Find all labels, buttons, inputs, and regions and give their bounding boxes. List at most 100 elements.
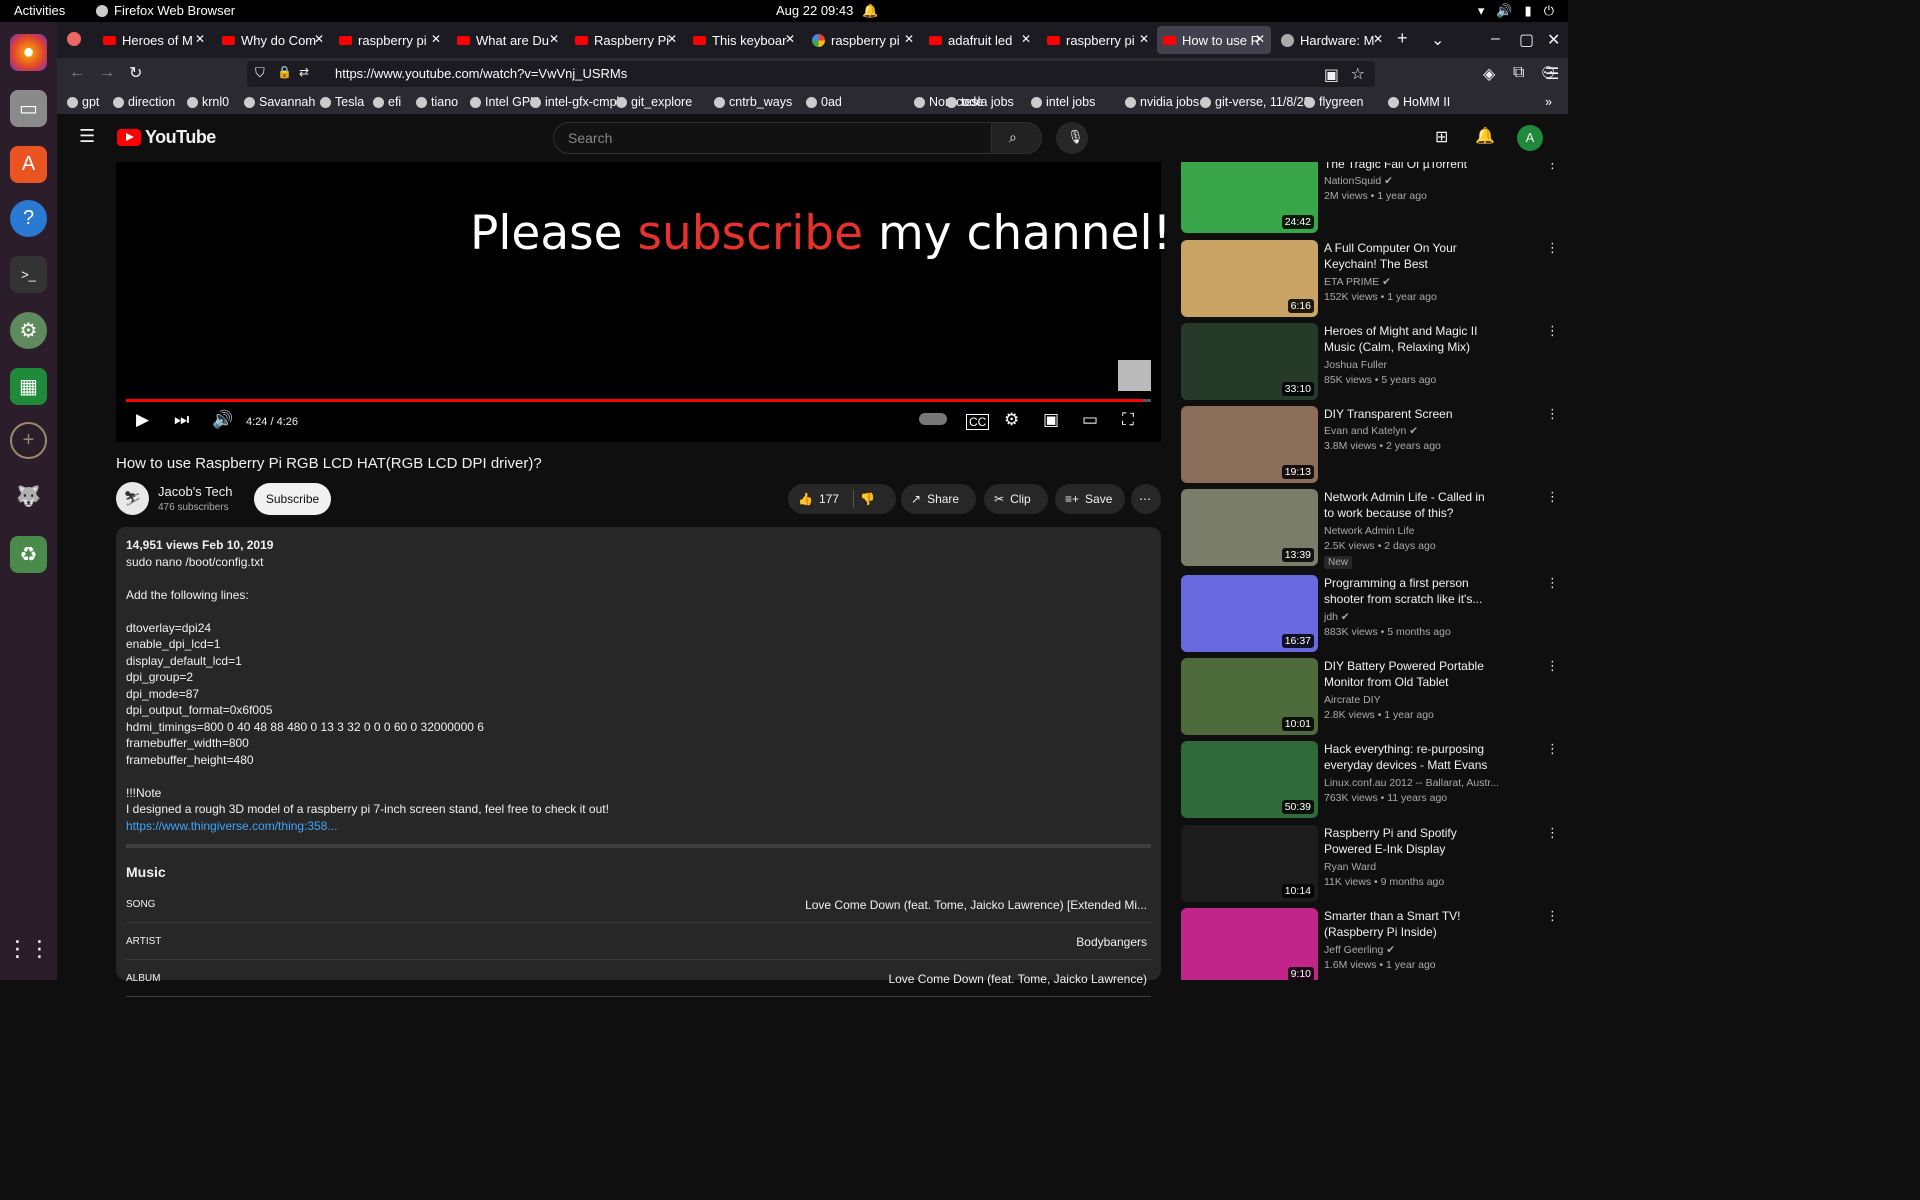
thingiverse-link[interactable]: https://www.thingiverse.com/thing:358...: [126, 819, 337, 833]
like-button[interactable]: 👍 177 👎: [788, 484, 896, 514]
tab-2[interactable]: Why do Com ✕: [216, 26, 330, 54]
close-tab-icon[interactable]: ✕: [1021, 32, 1031, 46]
settings-icon[interactable]: ⚙: [1004, 410, 1019, 430]
bookmark-12[interactable]: 0ad: [806, 95, 842, 109]
close-tab-icon[interactable]: ✕: [1255, 32, 1265, 46]
hamburger-icon[interactable]: ☰: [79, 126, 95, 147]
fullscreen-icon[interactable]: ⛶: [1122, 410, 1134, 430]
pocket-icon[interactable]: ◈: [1483, 64, 1495, 84]
search-button[interactable]: ⌕: [991, 122, 1042, 154]
related-channel[interactable]: Aircrate DIY: [1324, 694, 1381, 706]
bookmark-5[interactable]: Tesla: [320, 95, 364, 109]
permissions-icon[interactable]: ⇄: [299, 65, 309, 79]
avatar[interactable]: A: [1517, 125, 1543, 151]
gimp-icon[interactable]: 🐺: [10, 478, 47, 515]
menu-icon[interactable]: ☰: [1545, 64, 1559, 84]
bookmarks-overflow-icon[interactable]: »: [1545, 95, 1552, 109]
more-options-icon[interactable]: ⋮: [1546, 908, 1559, 924]
bookmark-11[interactable]: cntrb_ways: [714, 95, 792, 109]
tab-6[interactable]: This keyboar ✕: [687, 26, 801, 54]
related-channel[interactable]: Ryan Ward: [1324, 861, 1376, 873]
related-channel[interactable]: NationSquid ✔: [1324, 175, 1393, 187]
related-channel[interactable]: Evan and Katelyn ✔: [1324, 425, 1418, 437]
related-title[interactable]: Programming a first person shooter from …: [1324, 575, 1494, 607]
channel-watermark[interactable]: [1118, 360, 1151, 391]
url-bar[interactable]: ⛉ 🔒 ⇄ https://www.youtube.com/watch?v=Vw…: [247, 61, 1375, 87]
close-window-icon[interactable]: ✕: [1547, 30, 1560, 50]
terminal-icon[interactable]: >_: [10, 256, 47, 293]
video-thumbnail[interactable]: 19:13: [1181, 406, 1318, 483]
create-icon[interactable]: ⊞: [1435, 127, 1448, 147]
close-tab-icon[interactable]: ✕: [1373, 32, 1383, 46]
related-title[interactable]: Raspberry Pi and Spotify Powered E-Ink D…: [1324, 825, 1494, 858]
related-title[interactable]: A Full Computer On Your Keychain! The Be…: [1324, 240, 1494, 273]
progress-bar[interactable]: [126, 399, 1151, 402]
more-options-icon[interactable]: ⋮: [1546, 489, 1559, 505]
more-options-icon[interactable]: ⋮: [1546, 658, 1559, 674]
more-options-icon[interactable]: ⋮: [1546, 741, 1559, 757]
related-channel[interactable]: Joshua Fuller: [1324, 359, 1387, 371]
related-video-card[interactable]: 19:13 DIY Transparent Screen Evan and Kate…: [1181, 406, 1561, 486]
thumbs-down-icon[interactable]: 👎: [860, 492, 875, 506]
related-video-card[interactable]: 10:14 Raspberry Pi and Spotify Powered E-…: [1181, 825, 1561, 905]
firefox-icon[interactable]: ●: [10, 34, 47, 71]
bookmark-1[interactable]: gpt: [67, 95, 99, 109]
bookmark-3[interactable]: krnl0: [187, 95, 229, 109]
related-channel[interactable]: ETA PRIME ✔: [1324, 276, 1391, 288]
help-icon[interactable]: ?: [10, 200, 47, 237]
video-thumbnail[interactable]: 16:37: [1181, 575, 1318, 652]
tab-3[interactable]: raspberry pi ✕: [333, 26, 447, 54]
bookmark-7[interactable]: tiano: [416, 95, 458, 109]
close-tab-icon[interactable]: ✕: [314, 32, 324, 46]
trash-icon[interactable]: ♻: [10, 536, 47, 573]
video-player[interactable]: Please subscribe my channel! ▶ ⏭ 🔊 4:24 …: [116, 162, 1171, 442]
activities-button[interactable]: Activities: [14, 3, 65, 18]
more-options-icon[interactable]: ⋮: [1546, 162, 1559, 172]
tab-7[interactable]: raspberry pi ✕: [806, 26, 920, 54]
bookmark-10[interactable]: git_explore: [616, 95, 692, 109]
tab-11[interactable]: Hardware: M ✕: [1275, 26, 1389, 54]
forward-icon[interactable]: →: [99, 64, 115, 82]
related-video-card[interactable]: 33:10 Heroes of Might and Magic II Music …: [1181, 323, 1561, 403]
close-tab-icon[interactable]: ✕: [1139, 32, 1149, 46]
more-options-icon[interactable]: ⋮: [1546, 406, 1559, 422]
related-channel[interactable]: Jeff Geerling ✔: [1324, 944, 1395, 956]
more-options-icon[interactable]: ⋮: [1546, 575, 1559, 591]
more-options-icon[interactable]: ⋮: [1546, 240, 1559, 256]
related-title[interactable]: The Tragic Fall Of µTorrent: [1324, 162, 1494, 172]
related-video-card[interactable]: 10:01 DIY Battery Powered Portable Monito…: [1181, 658, 1561, 738]
back-icon[interactable]: ←: [69, 64, 85, 82]
bookmark-4[interactable]: Savannah: [244, 95, 315, 109]
related-channel[interactable]: Linux.conf.au 2012 -- Ballarat, Austr...: [1324, 777, 1499, 789]
video-thumbnail[interactable]: 10:14: [1181, 825, 1318, 902]
related-video-card[interactable]: 50:39 Hack everything: re-purposing every…: [1181, 741, 1561, 821]
related-title[interactable]: Network Admin Life - Called in to work b…: [1324, 489, 1494, 521]
bookmark-16[interactable]: nvidia jobs: [1125, 95, 1199, 109]
related-channel[interactable]: Network Admin Life: [1324, 525, 1414, 537]
video-thumbnail[interactable]: 24:42: [1181, 162, 1318, 233]
bookmark-9[interactable]: intel-gfx-cmpl: [530, 95, 619, 109]
settings-icon[interactable]: ⚙: [10, 312, 47, 349]
close-tab-icon[interactable]: ✕: [904, 32, 914, 46]
new-tab-button[interactable]: +: [1397, 28, 1408, 49]
app-center-icon[interactable]: A: [10, 146, 47, 183]
system-tray[interactable]: ▾ 🔊 ▮ ⏻: [1478, 3, 1554, 19]
bookmark-8[interactable]: Intel GPU: [470, 95, 539, 109]
more-options-icon[interactable]: ⋮: [1546, 323, 1559, 339]
channel-name[interactable]: Jacob's Tech: [158, 484, 233, 499]
related-video-card[interactable]: 6:16 A Full Computer On Your Keychain! Th…: [1181, 240, 1561, 320]
tab-4[interactable]: What are Du ✕: [451, 26, 565, 54]
bookmark-6[interactable]: efi: [373, 95, 401, 109]
close-tab-icon[interactable]: ✕: [549, 32, 559, 46]
minimize-icon[interactable]: –: [1491, 30, 1500, 48]
theater-icon[interactable]: ▭: [1082, 410, 1098, 430]
crosshair-icon[interactable]: +: [10, 422, 47, 459]
next-icon[interactable]: ⏭: [174, 410, 189, 430]
close-tab-icon[interactable]: ✕: [195, 32, 205, 46]
play-icon[interactable]: ▶: [136, 410, 149, 430]
related-title[interactable]: DIY Transparent Screen: [1324, 406, 1494, 422]
spreadsheet-icon[interactable]: ▦: [10, 368, 47, 405]
video-thumbnail[interactable]: 33:10: [1181, 323, 1318, 400]
subscribe-button[interactable]: Subscribe: [254, 483, 331, 515]
tab-5[interactable]: Raspberry Pi ✕: [569, 26, 683, 54]
